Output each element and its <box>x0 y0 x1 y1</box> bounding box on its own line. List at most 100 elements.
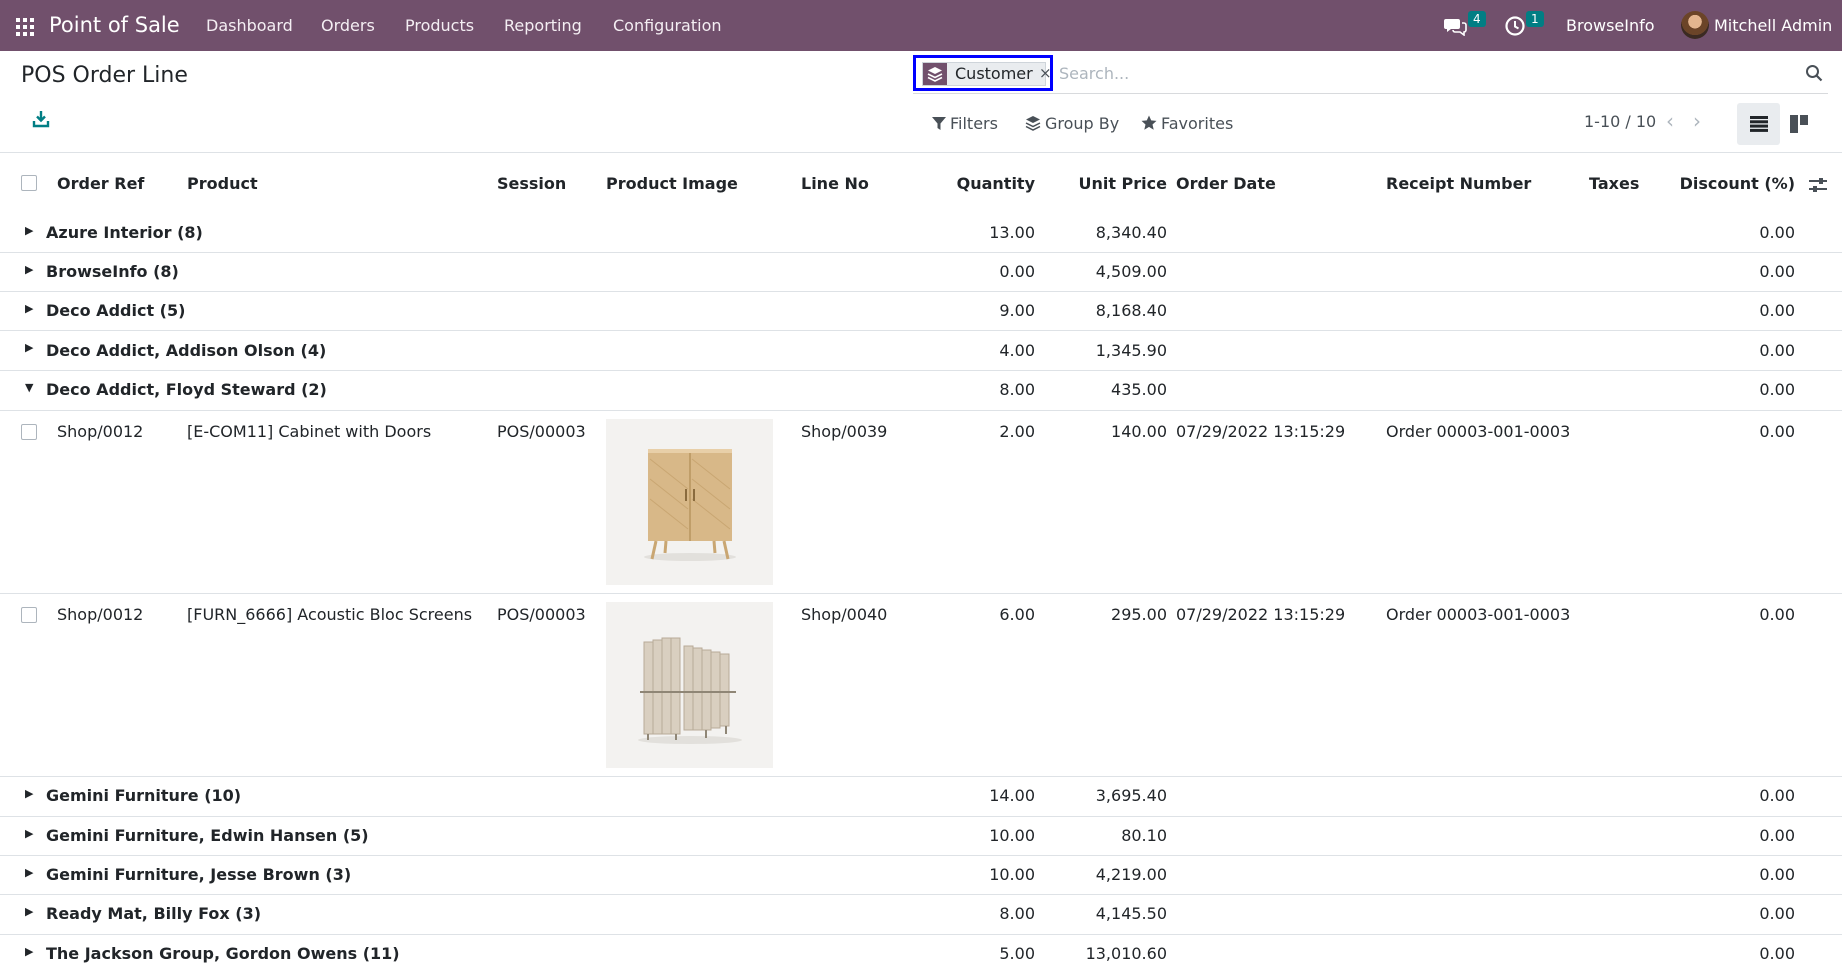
col-line-no[interactable]: Line No <box>801 174 869 194</box>
favorites-button[interactable]: Favorites <box>1141 114 1233 134</box>
group-label: Azure Interior (8) <box>46 223 203 242</box>
group-label: BrowseInfo (8) <box>46 262 179 281</box>
menu-products[interactable]: Products <box>405 16 474 36</box>
group-unit-price: 1,345.90 <box>1095 341 1167 360</box>
kanban-view-icon <box>1790 115 1808 133</box>
table-header: Order Ref Product Session Product Image … <box>0 153 1842 214</box>
pager-next-icon[interactable]: › <box>1693 110 1711 132</box>
filters-label: Filters <box>950 114 998 133</box>
search-bar: Customer × <box>913 55 1828 94</box>
group-quantity: 8.00 <box>999 904 1035 923</box>
menu-configuration[interactable]: Configuration <box>613 16 722 36</box>
apps-menu-icon[interactable] <box>16 18 34 36</box>
facet-label: Customer <box>955 64 1033 83</box>
group-row[interactable]: ▶ Azure Interior (8) 13.00 8,340.40 0.00 <box>0 214 1842 253</box>
group-row[interactable]: ▶ Gemini Furniture (10) 14.00 3,695.40 0… <box>0 777 1842 817</box>
cabinet-image <box>606 419 773 585</box>
caret-down-icon: ▼ <box>25 381 34 394</box>
menu-reporting[interactable]: Reporting <box>504 16 582 36</box>
download-icon[interactable] <box>32 110 50 128</box>
row-checkbox[interactable] <box>21 607 37 623</box>
acoustic-screens-image <box>606 602 773 768</box>
caret-right-icon: ▶ <box>25 302 34 315</box>
group-discount: 0.00 <box>1759 865 1795 884</box>
messages-icon[interactable] <box>1444 16 1468 36</box>
cell-order-date: 07/29/2022 13:15:29 <box>1176 422 1346 441</box>
col-taxes[interactable]: Taxes <box>1589 174 1639 194</box>
cell-line-no: Shop/0040 <box>801 605 888 624</box>
group-row[interactable]: ▶ The Jackson Group, Gordon Owens (11) 5… <box>0 935 1842 965</box>
group-row[interactable]: ▶ Deco Addict (5) 9.00 8,168.40 0.00 <box>0 292 1842 331</box>
col-quantity[interactable]: Quantity <box>905 174 1035 194</box>
facet-remove-icon[interactable]: × <box>1039 64 1052 82</box>
menu-dashboard[interactable]: Dashboard <box>206 16 293 36</box>
col-product-image[interactable]: Product Image <box>606 174 738 194</box>
search-input[interactable] <box>1057 60 1781 86</box>
group-row[interactable]: ▶ Gemini Furniture, Jesse Brown (3) 10.0… <box>0 856 1842 895</box>
app-brand[interactable]: Point of Sale <box>49 12 180 39</box>
cell-discount: 0.00 <box>1759 422 1795 441</box>
group-discount: 0.00 <box>1759 341 1795 360</box>
select-all-checkbox[interactable] <box>21 175 37 191</box>
company-switcher[interactable]: BrowseInfo <box>1566 16 1655 35</box>
list-view-button[interactable] <box>1737 103 1780 145</box>
pager-previous-icon[interactable]: ‹ <box>1666 110 1684 132</box>
group-quantity: 4.00 <box>999 341 1035 360</box>
group-unit-price: 8,168.40 <box>1095 301 1167 320</box>
cell-product: [FURN_6666] Acoustic Bloc Screens <box>187 605 473 624</box>
col-product[interactable]: Product <box>187 174 258 194</box>
caret-right-icon: ▶ <box>25 827 34 840</box>
group-discount: 0.00 <box>1759 826 1795 845</box>
group-row[interactable]: ▶ Ready Mat, Billy Fox (3) 8.00 4,145.50… <box>0 895 1842 935</box>
group-row[interactable]: ▶ Gemini Furniture, Edwin Hansen (5) 10.… <box>0 817 1842 856</box>
col-receipt-number[interactable]: Receipt Number <box>1386 174 1531 194</box>
col-session[interactable]: Session <box>497 174 566 194</box>
menu-orders[interactable]: Orders <box>321 16 375 36</box>
cell-session: POS/00003 <box>497 422 586 441</box>
user-menu[interactable]: Mitchell Admin <box>1714 16 1832 35</box>
cell-receipt-number: Order 00003-001-0003 <box>1386 422 1571 441</box>
group-quantity: 10.00 <box>989 826 1035 845</box>
col-order-ref[interactable]: Order Ref <box>57 174 144 194</box>
group-discount: 0.00 <box>1759 786 1795 805</box>
group-by-layers-icon <box>923 63 947 85</box>
group-unit-price: 435.00 <box>1111 380 1167 399</box>
messages-badge: 4 <box>1468 11 1486 27</box>
cell-receipt-number: Order 00003-001-0003 <box>1386 605 1571 624</box>
col-discount[interactable]: Discount (%) <box>1660 174 1795 194</box>
caret-right-icon: ▶ <box>25 263 34 276</box>
table-row[interactable]: Shop/0012 [E-COM11] Cabinet with Doors P… <box>0 411 1842 594</box>
table-row[interactable]: Shop/0012 [FURN_6666] Acoustic Bloc Scre… <box>0 594 1842 777</box>
col-order-date[interactable]: Order Date <box>1176 174 1276 194</box>
cell-order-ref: Shop/0012 <box>57 605 144 624</box>
caret-right-icon: ▶ <box>25 945 34 958</box>
product-image-acoustic-screens[interactable] <box>606 602 773 768</box>
favorites-label: Favorites <box>1161 114 1234 133</box>
cell-product: [E-COM11] Cabinet with Doors <box>187 422 432 441</box>
group-quantity: 0.00 <box>999 262 1035 281</box>
group-label: Deco Addict, Floyd Steward (2) <box>46 380 327 399</box>
group-label: Deco Addict, Addison Olson (4) <box>46 341 327 360</box>
pager-value[interactable]: 1-10 / 10 <box>1584 112 1656 131</box>
row-checkbox[interactable] <box>21 424 37 440</box>
group-row[interactable]: ▶ Deco Addict, Addison Olson (4) 4.00 1,… <box>0 331 1842 371</box>
group-label: Ready Mat, Billy Fox (3) <box>46 904 262 923</box>
group-quantity: 14.00 <box>989 786 1035 805</box>
user-avatar[interactable] <box>1681 11 1709 39</box>
group-by-button[interactable]: Group By <box>1025 114 1119 134</box>
search-icon[interactable] <box>1805 64 1823 82</box>
group-unit-price: 80.10 <box>1121 826 1167 845</box>
group-unit-price: 4,145.50 <box>1095 904 1167 923</box>
cell-unit-price: 295.00 <box>1111 605 1167 624</box>
group-quantity: 8.00 <box>999 380 1035 399</box>
col-unit-price[interactable]: Unit Price <box>1050 174 1167 194</box>
filters-button[interactable]: Filters <box>932 114 998 134</box>
group-quantity: 13.00 <box>989 223 1035 242</box>
kanban-view-button[interactable] <box>1786 103 1812 145</box>
optional-columns-icon[interactable] <box>1808 175 1828 195</box>
group-row[interactable]: ▶ BrowseInfo (8) 0.00 4,509.00 0.00 <box>0 253 1842 292</box>
product-image-cabinet[interactable] <box>606 419 773 585</box>
activity-clock-icon[interactable] <box>1504 15 1526 37</box>
search-facet-customer[interactable]: Customer × <box>913 55 1053 91</box>
group-row-expanded[interactable]: ▼ Deco Addict, Floyd Steward (2) 8.00 43… <box>0 371 1842 411</box>
